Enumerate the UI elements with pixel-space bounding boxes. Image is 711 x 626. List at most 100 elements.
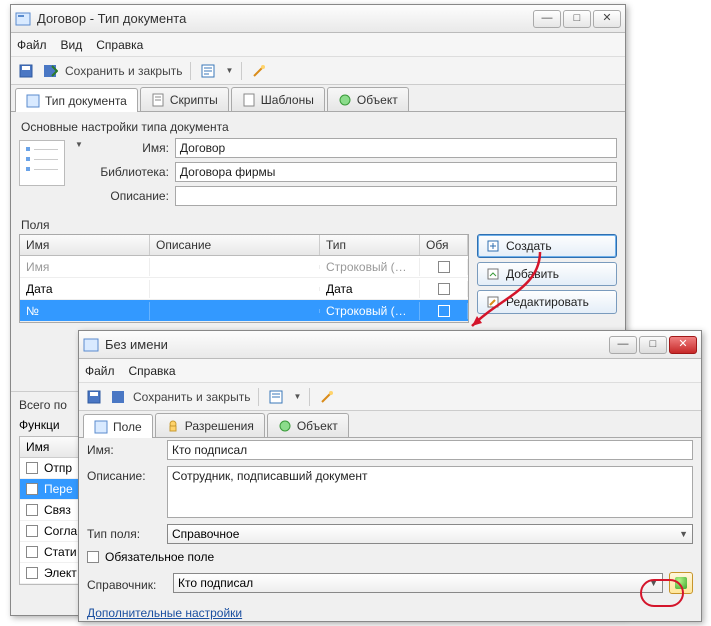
item-label: Отпр [44, 461, 72, 475]
tab-object[interactable]: Объект [327, 87, 409, 111]
separator [309, 388, 310, 406]
th-name[interactable]: Имя [20, 235, 150, 255]
tab-scripts[interactable]: Скрипты [140, 87, 229, 111]
type-label: Тип поля: [87, 524, 167, 541]
ref-label: Справочник: [87, 575, 167, 592]
checkbox-icon[interactable] [26, 462, 38, 474]
more-settings-link[interactable]: Дополнительные настройки [87, 606, 242, 620]
library-label: Библиотека: [91, 165, 175, 179]
checkbox-icon[interactable] [438, 261, 450, 273]
checkbox-icon[interactable] [26, 525, 38, 537]
tab-object[interactable]: Объект [267, 413, 349, 437]
ref-open-button[interactable] [669, 572, 693, 594]
menu-view[interactable]: Вид [61, 38, 83, 52]
cell [150, 287, 320, 291]
table-row[interactable]: № Строковый (Инд [20, 300, 468, 322]
tab-label: Разрешения [185, 419, 254, 433]
add-button[interactable]: Добавить [477, 262, 617, 286]
icon-chevron-down-icon[interactable]: ▼ [75, 140, 83, 149]
cell: № [20, 302, 150, 320]
save-close-icon[interactable] [41, 62, 59, 80]
chevron-down-icon[interactable]: ▼ [293, 392, 301, 401]
desc-textarea[interactable]: Сотрудник, подписавший документ [167, 466, 693, 518]
th-desc[interactable]: Описание [150, 235, 320, 255]
titlebar[interactable]: Без имени — □ ✕ [79, 331, 701, 359]
minimize-button[interactable]: — [533, 10, 561, 28]
checkbox-icon[interactable] [26, 546, 38, 558]
reference-icon [675, 577, 687, 589]
separator [190, 62, 191, 80]
desc-input[interactable] [175, 186, 617, 206]
app-icon [83, 337, 99, 353]
wand-icon[interactable] [250, 62, 268, 80]
menubar: Файл Вид Справка [11, 33, 625, 57]
close-button[interactable]: ✕ [669, 336, 697, 354]
type-select[interactable]: Справочное▼ [167, 524, 693, 544]
item-label: Согла [44, 524, 77, 538]
desc-label: Описание: [87, 466, 167, 483]
save-close-label[interactable]: Сохранить и закрыть [65, 64, 182, 78]
close-button[interactable]: ✕ [593, 10, 621, 28]
checkbox-icon[interactable] [26, 483, 38, 495]
checkbox-icon[interactable] [26, 504, 38, 516]
name-input[interactable]: Кто подписал [167, 440, 693, 460]
app-icon [15, 11, 31, 27]
tab-field[interactable]: Поле [83, 414, 153, 438]
script-dropdown-icon[interactable] [199, 62, 217, 80]
field-buttons: Создать Добавить Редактировать [477, 234, 617, 323]
tab-doc-type[interactable]: Тип документа [15, 88, 138, 112]
ref-select[interactable]: Кто подписал▼ [173, 573, 663, 593]
chevron-down-icon[interactable]: ▼ [225, 66, 233, 75]
maximize-button[interactable]: □ [639, 336, 667, 354]
menu-help[interactable]: Справка [96, 38, 143, 52]
table-row[interactable]: Имя Строковый (Инд [20, 256, 468, 278]
script-dropdown-icon[interactable] [267, 388, 285, 406]
add-icon [486, 267, 500, 281]
window-controls: — □ ✕ [609, 336, 697, 354]
fields-table: Имя Описание Тип Обя Имя Строковый (Инд … [19, 234, 469, 323]
item-label: Связ [44, 503, 71, 517]
save-close-label[interactable]: Сохранить и закрыть [133, 390, 250, 404]
menu-file[interactable]: Файл [17, 38, 47, 52]
menu-help[interactable]: Справка [129, 364, 176, 378]
th-type[interactable]: Тип [320, 235, 420, 255]
save-icon[interactable] [17, 62, 35, 80]
menu-file[interactable]: Файл [85, 364, 115, 378]
button-label: Создать [506, 239, 552, 253]
checkbox-icon[interactable] [26, 567, 38, 579]
save-icon[interactable] [85, 388, 103, 406]
cell: Строковый (Инд [320, 258, 420, 276]
minimize-button[interactable]: — [609, 336, 637, 354]
button-label: Добавить [506, 267, 559, 281]
tab-permissions[interactable]: Разрешения [155, 413, 265, 437]
desc-label: Описание: [91, 189, 175, 203]
library-input[interactable]: Договора фирмы [175, 162, 617, 182]
required-checkbox[interactable] [87, 551, 99, 563]
checkbox-icon[interactable] [438, 283, 450, 295]
edit-button[interactable]: Редактировать [477, 290, 617, 314]
maximize-button[interactable]: □ [563, 10, 591, 28]
cell: Имя [20, 258, 150, 276]
cell [420, 281, 468, 297]
name-input[interactable]: Договор [175, 138, 617, 158]
tab-label: Скрипты [170, 93, 218, 107]
tabbar: Тип документа Скрипты Шаблоны Объект [11, 85, 625, 112]
fields-label: Поля [21, 218, 617, 232]
create-button[interactable]: Создать [477, 234, 617, 258]
window-title: Без имени [105, 337, 609, 352]
th-req[interactable]: Обя [420, 235, 468, 255]
save-close-icon[interactable] [109, 388, 127, 406]
required-label: Обязательное поле [105, 550, 214, 564]
titlebar[interactable]: Договор - Тип документа — □ ✕ [11, 5, 625, 33]
field-form: Имя:Кто подписал Описание:Сотрудник, под… [79, 438, 701, 626]
name-label: Имя: [91, 141, 175, 155]
table-row[interactable]: Дата Дата [20, 278, 468, 300]
tab-label: Объект [297, 419, 338, 433]
wand-icon[interactable] [318, 388, 336, 406]
separator [241, 62, 242, 80]
select-value: Справочное [172, 527, 239, 541]
cell [150, 265, 320, 269]
tab-templates[interactable]: Шаблоны [231, 87, 325, 111]
checkbox-icon[interactable] [438, 305, 450, 317]
toolbar: Сохранить и закрыть ▼ [11, 57, 625, 85]
